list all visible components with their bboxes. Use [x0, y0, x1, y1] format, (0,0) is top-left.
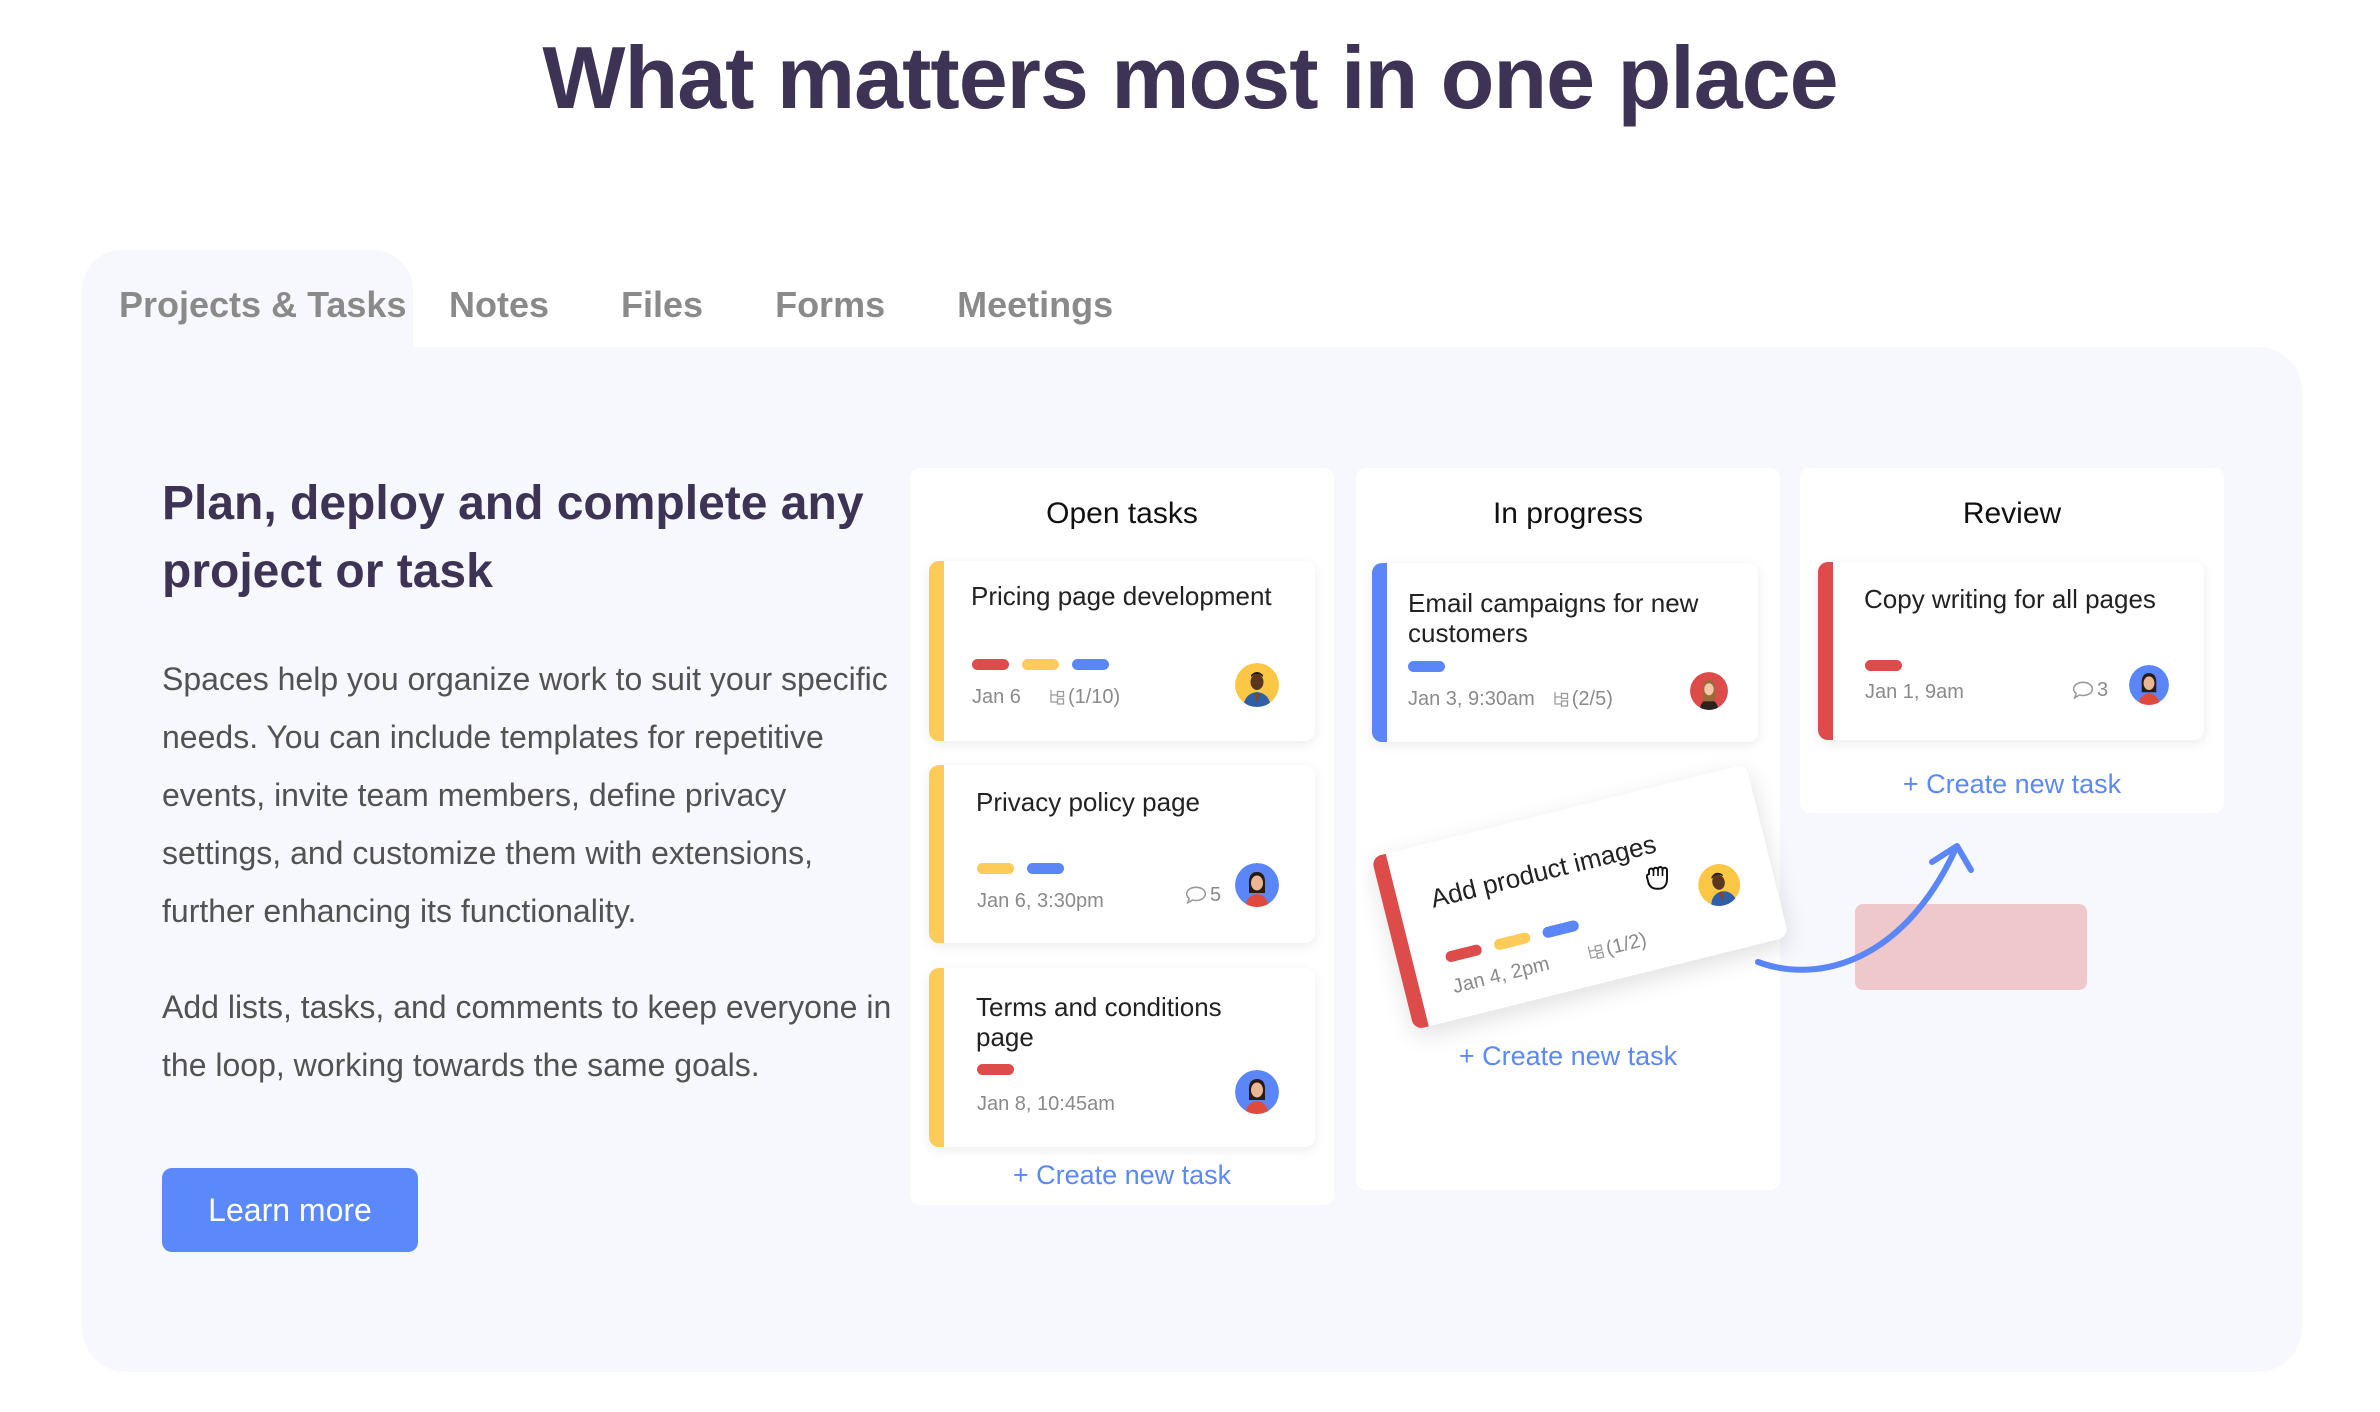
assignee-avatar — [2129, 665, 2169, 705]
card-comments: 3 — [2072, 678, 2108, 702]
assignee-avatar — [1235, 863, 1279, 907]
feature-tabs: Projects & Tasks Notes Files Forms Meeti… — [82, 250, 1149, 347]
feature-description-2: Add lists, tasks, and comments to keep e… — [162, 989, 892, 1083]
tab-projects-tasks[interactable]: Projects & Tasks — [82, 250, 413, 347]
tag-blue — [1408, 661, 1445, 672]
create-new-task-link[interactable]: + Create new task — [910, 1157, 1334, 1193]
drop-placeholder — [1855, 904, 2087, 990]
card-title: Privacy policy page — [976, 787, 1200, 817]
tag-red — [1444, 943, 1483, 964]
comment-count: 5 — [1210, 884, 1222, 906]
tag-yellow — [1492, 931, 1532, 952]
card-date: Jan 6, 3:30pm — [977, 890, 1104, 912]
grab-cursor-icon — [1645, 866, 1668, 890]
card-tags — [977, 863, 1064, 874]
learn-more-button[interactable]: Learn more — [162, 1168, 418, 1252]
task-card[interactable]: Copy writing for all pages Jan 1, 9am 3 — [1818, 562, 2204, 740]
card-status-bar — [1372, 563, 1387, 742]
feature-description: Spaces help you organize work to suit yo… — [162, 661, 888, 929]
column-review: Review Copy writing for all pages Jan 1,… — [1800, 468, 2224, 813]
column-title: In progress — [1492, 497, 1644, 530]
card-title: Pricing page development — [971, 581, 1272, 611]
assignee-avatar — [1694, 860, 1745, 911]
assignee-avatar — [1235, 1070, 1279, 1114]
tab-forms[interactable]: Forms — [739, 250, 921, 347]
tab-meetings[interactable]: Meetings — [921, 250, 1149, 347]
comment-icon — [2072, 680, 2094, 700]
column-open-tasks: Open tasks Pricing page development Jan … — [910, 468, 1334, 1205]
card-date: Jan 4, 2pm — [1450, 952, 1552, 999]
tag-yellow — [1022, 659, 1059, 670]
task-card[interactable]: Terms and conditions page Jan 8, 10:45am — [929, 968, 1315, 1147]
tag-red — [977, 1064, 1014, 1075]
create-new-task-link[interactable]: + Create new task — [1800, 766, 2224, 802]
tab-notes[interactable]: Notes — [413, 250, 585, 347]
column-title: Open tasks — [1046, 497, 1198, 530]
comment-icon — [1185, 885, 1207, 905]
card-title: Terms and conditions page — [976, 992, 1222, 1052]
create-new-task-link[interactable]: + Create new task — [1356, 1038, 1780, 1074]
tag-yellow — [977, 863, 1014, 874]
card-status-bar — [929, 968, 944, 1147]
subtask-count: (1/2) — [1603, 928, 1649, 960]
card-tags — [1865, 660, 1902, 671]
tag-blue — [1072, 659, 1109, 670]
assignee-avatar — [1690, 672, 1728, 710]
card-tags — [1408, 661, 1445, 672]
card-date: Jan 8, 10:45am — [977, 1093, 1115, 1115]
page-headline: What matters most in one place — [542, 28, 1838, 127]
card-comments: 5 — [1185, 883, 1221, 907]
tag-red — [1865, 660, 1902, 671]
subtask-icon — [1049, 689, 1065, 705]
card-status-bar — [929, 765, 944, 943]
task-card[interactable]: Pricing page development Jan 6 (1/10) — [929, 561, 1315, 741]
tag-red — [972, 659, 1009, 670]
tab-files[interactable]: Files — [585, 250, 739, 347]
subtask-icon — [1586, 942, 1605, 961]
subtask-count: (2/5) — [1571, 688, 1613, 710]
card-date: Jan 3, 9:30am — [1408, 688, 1535, 710]
column-title: Review — [1962, 497, 2062, 530]
task-card[interactable]: Email campaigns for new customers Jan 3,… — [1372, 563, 1758, 742]
card-status-bar — [1818, 562, 1833, 740]
card-meta: Jan 6 (1/10) — [972, 685, 1120, 709]
card-title: Copy writing for all pages — [1864, 584, 2156, 614]
feature-title: Plan, deploy and complete any project or… — [162, 477, 864, 598]
comment-count: 3 — [2097, 679, 2109, 701]
task-card[interactable]: Privacy policy page Jan 6, 3:30pm 5 — [929, 765, 1315, 943]
card-date: Jan 6 — [972, 686, 1021, 708]
tag-blue — [1027, 863, 1064, 874]
card-tags — [977, 1064, 1014, 1075]
card-meta: Jan 3, 9:30am (2/5) — [1408, 687, 1613, 711]
card-tags — [972, 659, 1109, 670]
subtask-icon — [1553, 691, 1569, 707]
assignee-avatar — [1235, 663, 1279, 707]
card-date: Jan 1, 9am — [1865, 681, 1964, 703]
subtask-count: (1/10) — [1067, 686, 1121, 708]
tag-blue — [1541, 919, 1580, 939]
card-status-bar — [929, 561, 944, 741]
card-title: Email campaigns for new customers — [1408, 588, 1699, 648]
